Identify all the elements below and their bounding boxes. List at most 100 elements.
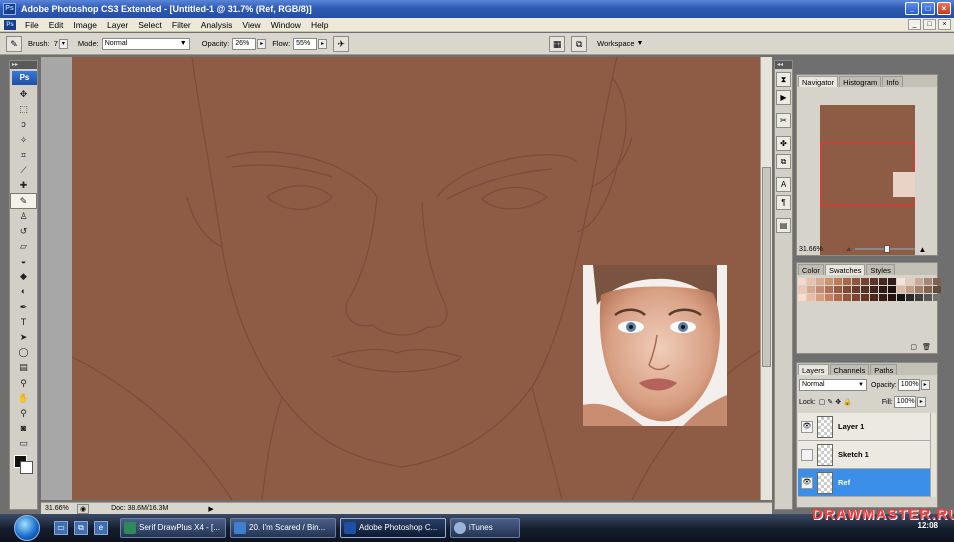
navigator-zoom-value[interactable]: 31.66%	[799, 246, 829, 253]
flow-input[interactable]: 55%	[293, 37, 318, 50]
color-swatch[interactable]	[924, 278, 932, 285]
color-swatch[interactable]	[807, 294, 815, 301]
tab-color[interactable]: Color	[798, 264, 824, 275]
tab-styles[interactable]: Styles	[866, 264, 895, 275]
notes-tool-icon[interactable]: ▤	[10, 360, 37, 375]
type-tool-icon[interactable]: T	[10, 315, 37, 330]
paragraph-panel-icon[interactable]: ¶	[776, 195, 791, 210]
fill-arrow[interactable]: ▸	[916, 397, 926, 407]
new-swatch-icon[interactable]: ▢	[910, 343, 917, 351]
color-swatch[interactable]	[852, 286, 860, 293]
scroll-thumb[interactable]	[762, 167, 771, 367]
switch-windows-icon[interactable]: ⧉	[74, 521, 88, 535]
color-swatch[interactable]	[906, 286, 914, 293]
lock-position-icon[interactable]: ✥	[835, 398, 841, 406]
color-swatch[interactable]	[870, 286, 878, 293]
menu-filter[interactable]: Filter	[167, 20, 196, 30]
clone-stamp-tool-icon[interactable]: ♙	[10, 209, 37, 224]
color-swatch[interactable]	[816, 286, 824, 293]
color-swatch[interactable]	[834, 286, 842, 293]
color-swatch[interactable]	[924, 286, 932, 293]
layer-row-ref[interactable]: 👁 Ref	[798, 469, 933, 497]
color-swatch[interactable]	[852, 278, 860, 285]
start-button[interactable]	[14, 515, 40, 541]
lock-transparency-icon[interactable]: ▢	[819, 398, 826, 406]
color-swatch[interactable]	[816, 294, 824, 301]
menu-window[interactable]: Window	[266, 20, 306, 30]
color-swatch[interactable]	[915, 278, 923, 285]
actions-panel-icon[interactable]: ▶	[776, 90, 791, 105]
delete-swatch-icon[interactable]: 🗑	[922, 343, 931, 351]
mode-select[interactable]: Normal ▼	[101, 37, 190, 50]
panel-strip-grip[interactable]: ◂◂	[775, 61, 792, 69]
doc-close-button[interactable]: ×	[938, 19, 951, 30]
opacity-slider-arrow[interactable]: ▸	[257, 38, 267, 49]
brush-tool-icon[interactable]: ✎	[10, 193, 37, 209]
task-drawplus[interactable]: Serif DrawPlus X4 - [...	[120, 518, 226, 538]
layers-scrollbar[interactable]	[930, 413, 936, 497]
menu-layer[interactable]: Layer	[102, 20, 133, 30]
quick-mask-tool-icon[interactable]: ◙	[10, 421, 37, 436]
workspace-menu[interactable]: Workspace	[597, 39, 634, 48]
dodge-tool-icon[interactable]: ◐	[10, 284, 37, 299]
tab-histogram[interactable]: Histogram	[839, 76, 882, 87]
lasso-tool-icon[interactable]: ↄ	[10, 117, 37, 132]
tab-swatches[interactable]: Swatches	[824, 264, 866, 275]
canvas-vertical-scrollbar[interactable]	[760, 57, 772, 500]
show-desktop-icon[interactable]: ▭	[54, 521, 68, 535]
color-swatch[interactable]	[879, 294, 887, 301]
magic-wand-tool-icon[interactable]: ✧	[10, 133, 37, 148]
color-swatch[interactable]	[897, 286, 905, 293]
color-swatch[interactable]	[915, 294, 923, 301]
crop-tool-icon[interactable]: ⌗	[10, 148, 37, 163]
eraser-tool-icon[interactable]: ▱	[10, 239, 37, 254]
color-swatch[interactable]	[888, 294, 896, 301]
status-info-icon[interactable]: ◉	[77, 503, 90, 514]
status-menu-arrow[interactable]: ▶	[208, 505, 213, 513]
taskbar-clock[interactable]: 12:08	[918, 521, 938, 530]
tab-paths[interactable]: Paths	[870, 364, 898, 375]
color-swatch[interactable]	[888, 278, 896, 285]
brush-picker-arrow[interactable]: ▾	[58, 38, 68, 49]
color-swatch[interactable]	[798, 286, 806, 293]
path-selection-tool-icon[interactable]: ➤	[10, 330, 37, 345]
color-swatch[interactable]	[798, 294, 806, 301]
ps-menu-icon[interactable]: Ps	[4, 19, 16, 30]
status-zoom[interactable]: 31.66%	[45, 505, 73, 512]
layer-opacity-arrow[interactable]: ▸	[920, 380, 930, 390]
zoom-in-icon[interactable]: ▲	[919, 245, 927, 254]
zoom-slider-knob[interactable]	[884, 245, 891, 253]
menu-image[interactable]: Image	[68, 20, 102, 30]
hand-tool-icon[interactable]: ✋	[10, 391, 37, 406]
color-swatch[interactable]	[825, 286, 833, 293]
navigator-zoom-slider[interactable]	[854, 245, 915, 253]
color-swatch[interactable]	[843, 278, 851, 285]
color-swatch[interactable]	[807, 286, 815, 293]
color-swatch[interactable]	[861, 294, 869, 301]
color-swatch[interactable]	[843, 294, 851, 301]
color-swatch[interactable]	[825, 278, 833, 285]
shape-tool-icon[interactable]: ◯	[10, 345, 37, 360]
toolbox-ps-logo[interactable]: Ps	[12, 71, 37, 85]
tab-navigator[interactable]: Navigator	[798, 76, 839, 87]
brushes-panel-icon[interactable]: ✤	[776, 136, 791, 151]
menu-edit[interactable]: Edit	[44, 20, 69, 30]
color-swatch[interactable]	[843, 286, 851, 293]
eyedropper-tool-icon[interactable]: ⚲	[10, 376, 37, 391]
blur-tool-icon[interactable]: ◆	[10, 269, 37, 284]
color-swatch[interactable]	[870, 294, 878, 301]
color-swatch[interactable]	[915, 286, 923, 293]
color-swatch[interactable]	[861, 278, 869, 285]
task-photoshop[interactable]: Adobe Photoshop C...	[340, 518, 446, 538]
color-swatch[interactable]	[933, 278, 941, 285]
doc-minimize-button[interactable]: _	[908, 19, 921, 30]
color-swatch[interactable]	[861, 286, 869, 293]
blend-mode-select[interactable]: Normal ▼	[799, 379, 867, 391]
fill-input[interactable]: 100%	[893, 396, 916, 408]
color-swatch[interactable]	[879, 286, 887, 293]
color-swatch[interactable]	[834, 294, 842, 301]
menu-view[interactable]: View	[237, 20, 265, 30]
paint-bucket-tool-icon[interactable]: ◒	[10, 254, 37, 269]
palette-well-icon[interactable]: ▦	[549, 35, 566, 52]
airbrush-icon[interactable]: ✈	[333, 35, 350, 52]
